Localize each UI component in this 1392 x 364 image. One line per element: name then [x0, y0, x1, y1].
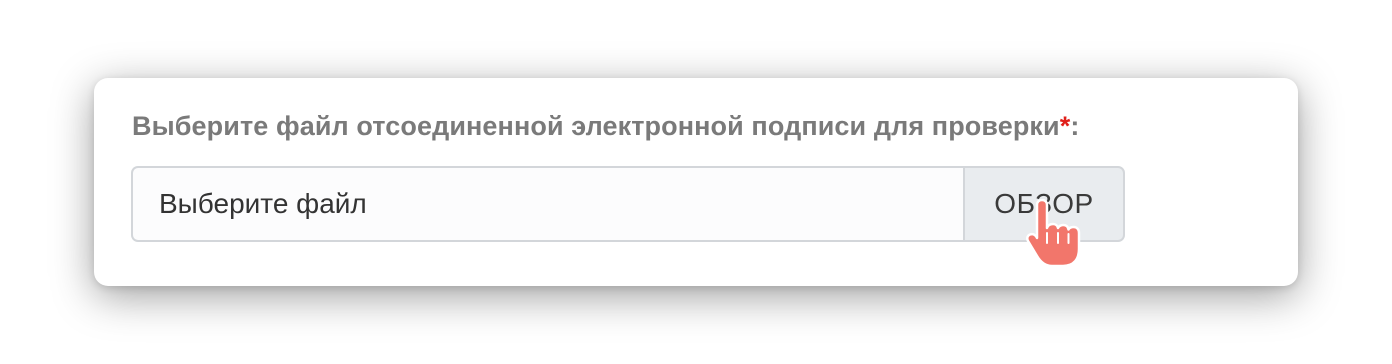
file-input-group: Выберите файл ОБЗОР: [131, 166, 1125, 242]
browse-button[interactable]: ОБЗОР: [963, 166, 1125, 242]
file-field-label-text: Выберите файл отсоединенной электронной …: [132, 111, 1060, 141]
label-colon: :: [1070, 111, 1080, 141]
file-select-input[interactable]: Выберите файл: [131, 166, 963, 242]
browse-button-label: ОБЗОР: [994, 188, 1094, 219]
file-select-placeholder: Выберите файл: [159, 188, 367, 219]
required-asterisk: *: [1059, 111, 1071, 141]
file-field-label: Выберите файл отсоединенной электронной …: [132, 111, 1079, 142]
signature-verify-card: Выберите файл отсоединенной электронной …: [94, 78, 1298, 286]
